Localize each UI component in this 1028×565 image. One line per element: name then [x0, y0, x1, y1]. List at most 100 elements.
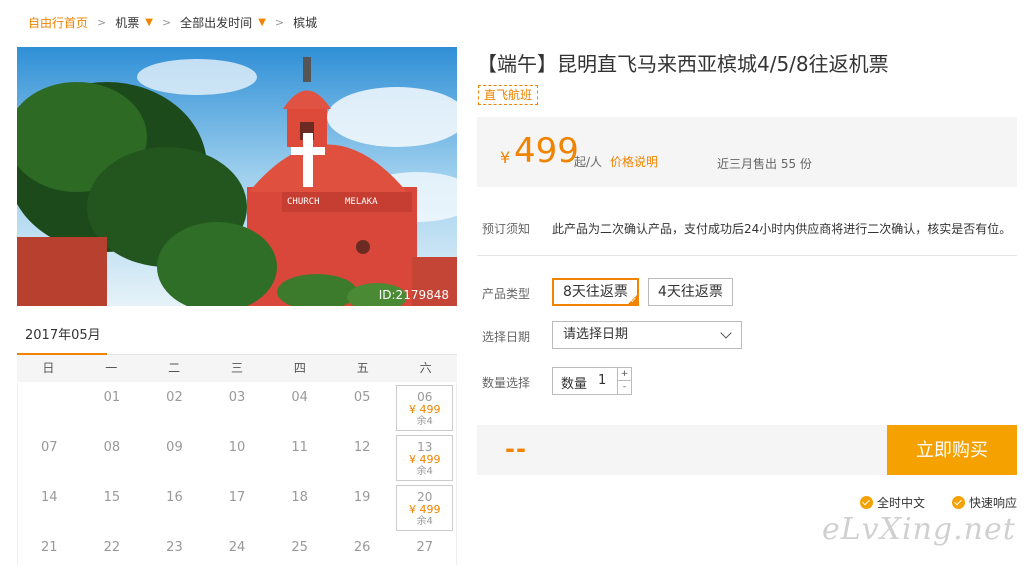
calendar-day-box[interactable]: 20 ¥ 499 余4	[396, 485, 454, 531]
calendar-day-remain: 余4	[416, 466, 433, 477]
calendar-day-price: ¥ 499	[409, 403, 441, 416]
calendar-grid: 01 02 03 04 05 06 ¥ 499 余4 07 08 09 10 1…	[17, 383, 457, 565]
product-type-label: 产品类型	[482, 287, 531, 301]
calendar-day: 26	[353, 540, 371, 555]
calendar-month-tab[interactable]: 2017年05月	[17, 320, 107, 356]
caret-down-icon[interactable]: ▼	[258, 17, 266, 28]
calendar-day-remain: 余4	[416, 516, 433, 527]
service-label: 快速响应	[969, 496, 1018, 510]
calendar-day: 12	[353, 440, 371, 455]
quantity-value[interactable]: 1	[598, 373, 606, 388]
breadcrumb-current: 槟城	[293, 15, 318, 30]
caret-down-icon[interactable]: ▼	[145, 17, 153, 28]
weekday-mon: 一	[105, 361, 118, 375]
calendar-day: 05	[353, 390, 371, 405]
calendar-day-available[interactable]: 06 ¥ 499 余4	[393, 383, 456, 433]
product-type-8day-option[interactable]: 8天往返票 ✓	[552, 278, 639, 306]
weekday-sat: 六	[419, 361, 432, 375]
church-sign-right: MELAKA	[345, 197, 378, 207]
chevron-right-icon: >	[161, 15, 172, 29]
calendar-day: 27	[416, 540, 434, 555]
chevron-right-icon: >	[97, 15, 107, 29]
weekday-fri: 五	[356, 361, 369, 375]
calendar-weekday-header: 日 一 二 三 四 五 六	[17, 355, 457, 382]
calendar-day: 01	[103, 390, 121, 405]
weekday-sun: 日	[42, 361, 55, 375]
chevron-right-icon: >	[274, 15, 285, 29]
calendar-week-row: 01 02 03 04 05 06 ¥ 499 余4	[18, 383, 456, 433]
calendar-day-price: ¥ 499	[409, 453, 441, 466]
church-sign-left: CHURCH	[287, 197, 320, 207]
breadcrumb-departure-time-link[interactable]: 全部出发时间	[180, 14, 252, 31]
calendar-day: 15	[103, 490, 121, 505]
calendar-day: 04	[291, 390, 308, 405]
calendar-week-row: 14 15 16 17 18 19 20 ¥ 499 余4	[18, 483, 456, 533]
weekday-wed: 三	[231, 361, 244, 375]
currency-symbol: ¥	[500, 148, 511, 167]
calendar-day: 22	[103, 540, 121, 555]
price-panel: ¥ 499 起/人 价格说明 近三月售出 55 份	[477, 117, 1017, 187]
calendar-day: 17	[228, 490, 246, 505]
calendar-day: 02	[166, 390, 183, 405]
date-select[interactable]: 请选择日期	[552, 321, 742, 349]
weekday-thu: 四	[293, 361, 306, 375]
quantity-decrease-button[interactable]: -	[617, 381, 631, 394]
product-type-4day-label: 4天往返票	[658, 284, 723, 300]
direct-flight-tag: 直飞航班	[478, 85, 539, 105]
calendar-day: 16	[166, 490, 183, 505]
breadcrumb-flight-link[interactable]: 机票	[115, 14, 139, 31]
buy-now-button[interactable]: 立即购买	[887, 425, 1017, 475]
calendar-day: 09	[166, 440, 183, 455]
product-type-4day-option[interactable]: 4天往返票	[648, 278, 733, 306]
calendar-day: 11	[291, 440, 308, 455]
calendar-day	[18, 383, 81, 433]
calendar-day: 03	[228, 390, 246, 405]
calendar-day-box[interactable]: 13 ¥ 499 余4	[396, 435, 454, 481]
service-label: 全时中文	[877, 496, 926, 510]
product-title: 【端午】昆明直飞马来西亚槟城4/5/8往返机票	[477, 52, 889, 76]
calendar-day-available[interactable]: 13 ¥ 499 余4	[393, 433, 456, 483]
calendar-day: 07	[41, 440, 58, 455]
calendar-week-row: 07 08 09 10 11 12 13 ¥ 499 余4	[18, 433, 456, 483]
service-item: 全时中文	[860, 494, 925, 511]
total-price-bar: --	[477, 425, 887, 475]
calendar-day-remain: 余4	[416, 416, 433, 427]
weekday-tue: 二	[168, 361, 181, 375]
calendar-day: 19	[353, 490, 371, 505]
calendar-day: 23	[166, 540, 183, 555]
image-id-label: ID:2179848	[378, 288, 449, 302]
section-divider	[477, 255, 1017, 256]
price-unit: 起/人	[574, 155, 603, 169]
quantity-stepper[interactable]: 数量 1 + -	[552, 367, 632, 395]
calendar-day: 10	[228, 440, 246, 455]
quantity-inner-label: 数量	[561, 377, 588, 392]
calendar-day: 24	[228, 540, 246, 555]
calendar-day: 25	[291, 540, 308, 555]
breadcrumb-home-link[interactable]: 自由行首页	[28, 14, 88, 31]
product-type-8day-label: 8天往返票	[563, 284, 628, 300]
sold-count: 近三月售出 55 份	[717, 157, 812, 171]
calendar-day-available[interactable]: 20 ¥ 499 余4	[393, 483, 456, 533]
calendar-day: 21	[41, 540, 58, 555]
check-circle-icon	[860, 496, 873, 509]
calendar-day-box[interactable]: 06 ¥ 499 余4	[396, 385, 454, 431]
calendar-day: 14	[41, 490, 58, 505]
calendar-day-price: ¥ 499	[409, 503, 441, 516]
price-amount: 499	[514, 131, 579, 171]
church-illustration: CHURCH MELAKA	[17, 47, 457, 306]
service-item: 快速响应	[952, 494, 1017, 511]
check-icon: ✓	[630, 296, 637, 305]
booking-notice-label: 预订须知	[482, 222, 531, 236]
chevron-down-icon	[720, 327, 732, 339]
price-explanation-link[interactable]: 价格说明	[610, 153, 658, 170]
quantity-increase-button[interactable]: +	[617, 368, 631, 381]
calendar-day: 18	[291, 490, 308, 505]
booking-notice-text: 此产品为二次确认产品，支付成功后24小时内供应商将进行二次确认，核实是否有位。	[552, 222, 1012, 236]
check-circle-icon	[952, 496, 965, 509]
date-select-label: 选择日期	[482, 330, 531, 344]
total-price: --	[505, 435, 527, 463]
breadcrumb: 自由行首页 > 机票 ▼ > 全部出发时间 ▼ > 槟城	[28, 13, 317, 31]
calendar-day: 08	[103, 440, 121, 455]
quantity-label: 数量选择	[482, 376, 531, 390]
date-select-placeholder: 请选择日期	[563, 327, 629, 342]
